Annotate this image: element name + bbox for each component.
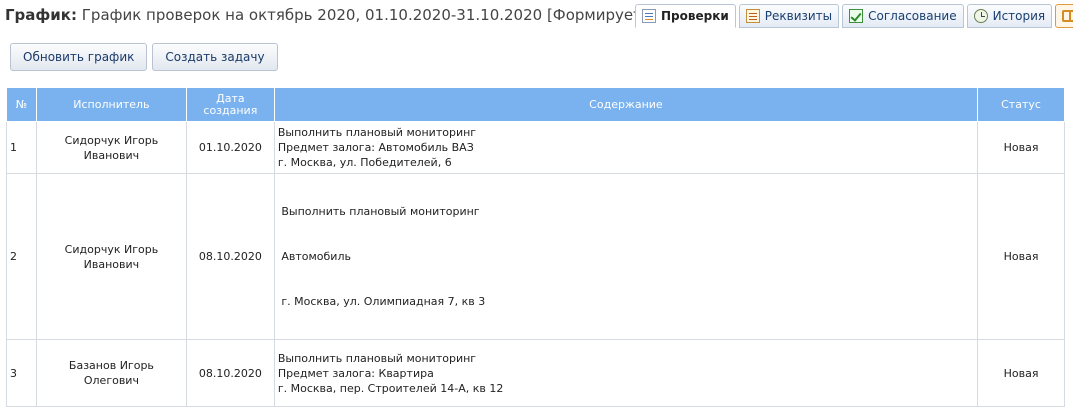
create-task-button[interactable]: Создать задачу (152, 43, 278, 71)
tab-approval-label: Согласование (868, 9, 957, 23)
approval-checkbox-icon (849, 9, 864, 23)
cell-status: Новая (977, 339, 1065, 407)
tab-checks[interactable]: Проверки (635, 4, 736, 28)
executor-patronymic-line: Иванович (83, 148, 140, 162)
content-line: Автомобиль (277, 250, 351, 263)
page-header: График: График проверок на октябрь 2020,… (0, 0, 1073, 32)
cell-status: Новая (977, 173, 1065, 340)
column-header-date[interactable]: Дата создания (185, 87, 275, 122)
content-line: Выполнить плановый мониторинг (277, 351, 477, 365)
cell-date: 08.10.2020 (185, 339, 275, 407)
title-text: График проверок на октябрь 2020, 01.10.2… (81, 6, 665, 24)
cell-content: Выполнить плановый мониторинг Предмет за… (273, 121, 979, 174)
cell-date: 08.10.2020 (185, 173, 275, 340)
content-line: г. Москва, ул. Олимпиадная 7, кв 3 (277, 295, 486, 308)
content-line: Предмет залога: Автомобиль ВАЗ (277, 141, 474, 154)
title-prefix: График: (5, 6, 77, 24)
history-clock-icon (973, 9, 988, 23)
tab-checks-label: Проверки (661, 9, 729, 23)
executor-patronymic-line: Иванович (83, 257, 140, 271)
split-view-icon (1062, 10, 1073, 22)
executor-name-line: Сидорчук Игорь (64, 242, 159, 256)
cell-executor: Сидорчук Игорь Иванович (35, 173, 187, 340)
page-title: График: График проверок на октябрь 2020,… (5, 6, 665, 24)
executor-name-line: Сидорчук Игорь (64, 133, 159, 147)
table-header-row: № Исполнитель Дата создания Содержание С… (6, 87, 1065, 122)
executor-patronymic-line: Олегович (83, 374, 139, 387)
cell-number: 3 (6, 339, 37, 407)
cell-status: Новая (977, 121, 1065, 174)
column-header-content[interactable]: Содержание (273, 87, 979, 122)
cell-date: 01.10.2020 (185, 121, 275, 174)
tab-approval[interactable]: Согласование (842, 4, 964, 28)
tab-properties-label: Реквизиты (764, 9, 833, 23)
cell-content: Выполнить плановый мониторинг Предмет за… (273, 339, 979, 407)
tab-bar: Проверки Реквизиты Согласование История (635, 4, 1073, 28)
content-line: Выполнить плановый мониторинг (277, 205, 480, 218)
tab-history[interactable]: История (966, 4, 1053, 28)
column-header-executor[interactable]: Исполнитель (35, 87, 187, 122)
cell-number: 1 (6, 121, 37, 174)
tab-history-label: История (992, 9, 1046, 23)
table-row[interactable]: 1 Сидорчук Игорь Иванович 01.10.2020 Вып… (6, 121, 1065, 174)
cell-executor: Сидорчук Игорь Иванович (35, 121, 187, 174)
cell-number: 2 (6, 173, 37, 340)
properties-icon (745, 9, 760, 23)
column-header-status[interactable]: Статус (977, 87, 1065, 122)
content-line: Выполнить плановый мониторинг (277, 126, 477, 139)
split-view-button[interactable] (1055, 4, 1073, 28)
executor-name-line: Базанов Игорь (68, 359, 154, 372)
content-line: г. Москва, пер. Строителей 14-А, кв 12 (277, 381, 504, 395)
column-header-date-label: Дата создания (203, 91, 258, 117)
table-row[interactable]: 3 Базанов Игорь Олегович 08.10.2020 Выпо… (6, 339, 1065, 407)
cell-executor: Базанов Игорь Олегович (35, 339, 187, 407)
checks-table: № Исполнитель Дата создания Содержание С… (6, 87, 1065, 407)
checks-icon (642, 9, 656, 23)
tab-properties[interactable]: Реквизиты (738, 4, 840, 28)
content-line: г. Москва, ул. Победителей, 6 (277, 156, 452, 169)
content-line: Предмет залога: Квартира (277, 366, 434, 380)
refresh-schedule-button[interactable]: Обновить график (10, 43, 148, 71)
column-header-number[interactable]: № (6, 87, 37, 122)
toolbar: Обновить график Создать задачу (10, 43, 283, 71)
table-row[interactable]: 2 Сидорчук Игорь Иванович 08.10.2020 Вып… (6, 173, 1065, 340)
cell-content: Выполнить плановый мониторинг Автомобиль… (273, 173, 979, 340)
